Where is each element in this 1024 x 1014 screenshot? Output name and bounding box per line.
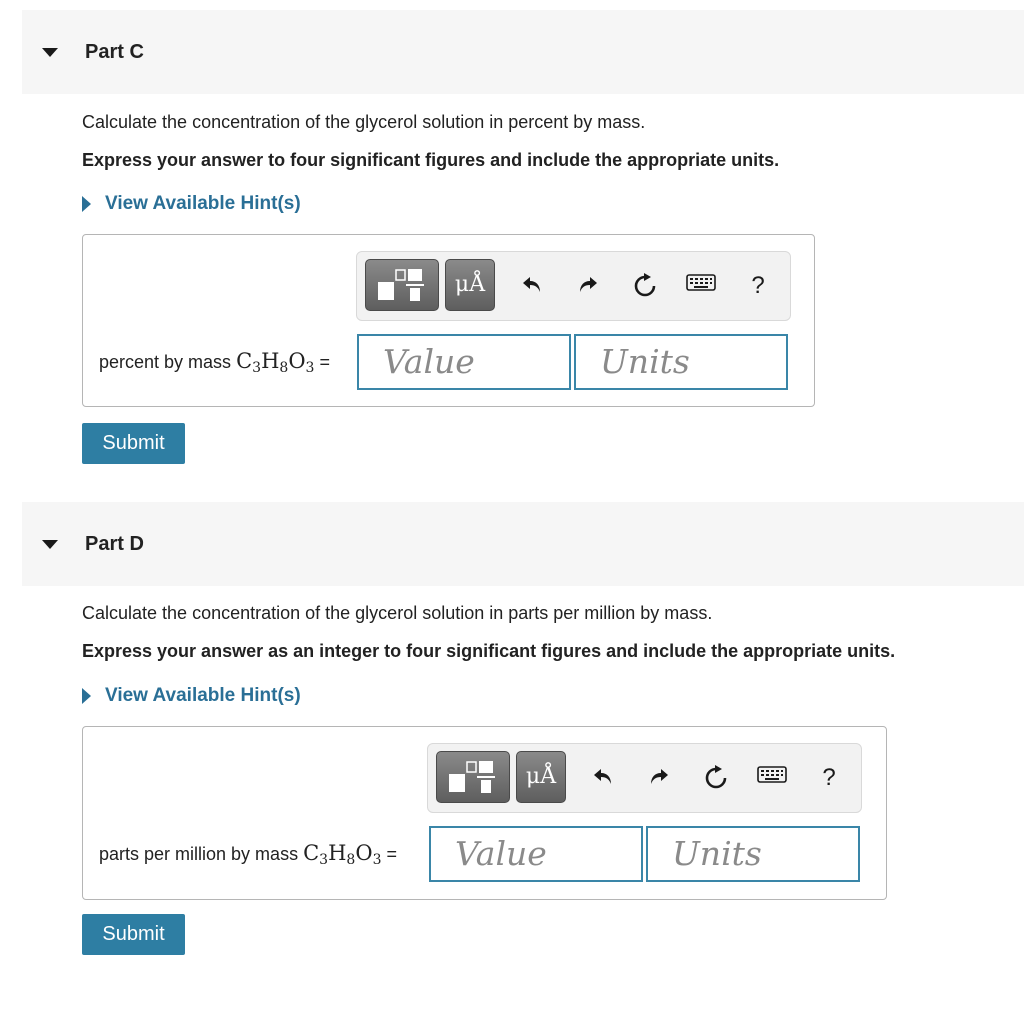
part-title: Part D — [85, 532, 144, 555]
keyboard-icon[interactable] — [685, 272, 717, 292]
part-c-header[interactable]: Part C — [22, 10, 1024, 94]
view-hints-link[interactable]: View Available Hint(s) — [82, 685, 301, 707]
expand-caret-icon — [82, 196, 91, 212]
answer-box: μÅ ? percent by mass C3H8O3 = Value Unit… — [82, 234, 815, 407]
collapse-caret-icon[interactable] — [42, 540, 58, 549]
help-icon[interactable]: ? — [743, 272, 773, 300]
chemical-formula: C3H8O3 — [303, 841, 382, 868]
math-toolbar: μÅ ? — [356, 251, 791, 321]
reset-icon[interactable] — [701, 764, 731, 790]
templates-button[interactable] — [365, 259, 439, 311]
help-icon[interactable]: ? — [814, 764, 844, 792]
question-text: Calculate the concentration of the glyce… — [82, 112, 646, 132]
collapse-caret-icon[interactable] — [42, 48, 58, 57]
math-toolbar: μÅ ? — [427, 743, 862, 813]
units-button[interactable]: μÅ — [445, 259, 495, 311]
answer-box: μÅ ? parts per million by mass C3H8O3 = … — [82, 726, 887, 900]
submit-button[interactable]: Submit — [82, 914, 185, 955]
units-button[interactable]: μÅ — [516, 751, 566, 803]
units-icon: μÅ — [525, 764, 557, 789]
expand-caret-icon — [82, 688, 91, 704]
value-input[interactable]: Value — [429, 826, 643, 882]
instruction-text: Express your answer to four significant … — [82, 150, 780, 170]
answer-label: percent by mass C3H8O3 = — [99, 349, 330, 376]
instruction-text: Express your answer as an integer to fou… — [82, 641, 896, 661]
undo-icon[interactable] — [517, 272, 547, 296]
templates-icon — [449, 761, 495, 793]
hint-label: View Available Hint(s) — [105, 685, 301, 706]
reset-icon[interactable] — [630, 272, 660, 298]
units-input[interactable]: Units — [646, 826, 860, 882]
redo-icon[interactable] — [644, 764, 674, 788]
part-title: Part C — [85, 40, 144, 63]
chemical-formula: C3H8O3 — [236, 349, 315, 376]
equals-sign: = — [386, 844, 398, 864]
undo-icon[interactable] — [588, 764, 618, 788]
equals-sign: = — [319, 352, 330, 372]
question-text: Calculate the concentration of the glyce… — [82, 603, 713, 623]
redo-icon[interactable] — [573, 272, 603, 296]
keyboard-icon[interactable] — [756, 764, 788, 784]
answer-label: parts per million by mass C3H8O3 = — [99, 841, 397, 868]
label-text: percent by mass — [99, 352, 232, 372]
units-input[interactable]: Units — [574, 334, 788, 390]
templates-icon — [378, 269, 424, 301]
view-hints-link[interactable]: View Available Hint(s) — [82, 193, 301, 215]
label-text: parts per million by mass — [99, 844, 299, 864]
part-d-header[interactable]: Part D — [22, 502, 1024, 586]
submit-button[interactable]: Submit — [82, 423, 185, 464]
hint-label: View Available Hint(s) — [105, 193, 301, 214]
units-icon: μÅ — [454, 272, 486, 297]
value-input[interactable]: Value — [357, 334, 571, 390]
templates-button[interactable] — [436, 751, 510, 803]
